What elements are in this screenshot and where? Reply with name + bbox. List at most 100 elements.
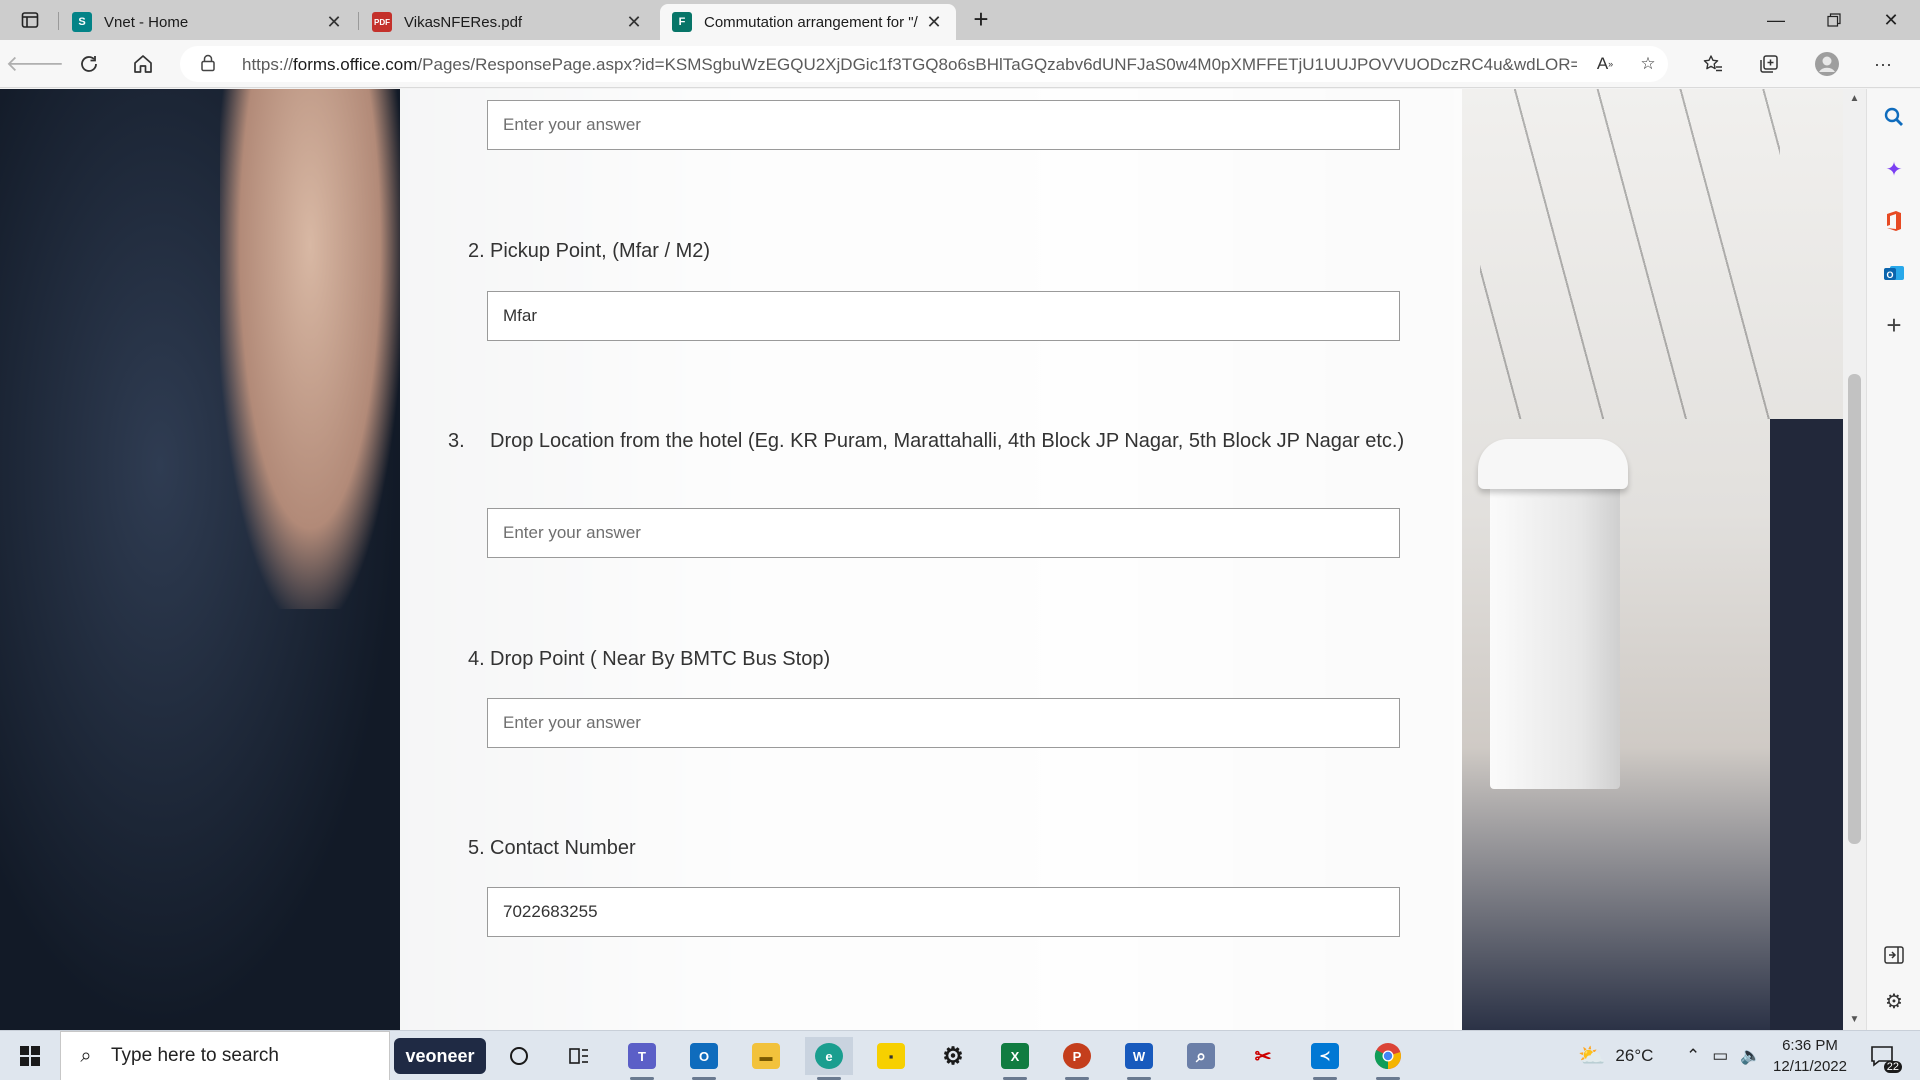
gear-icon: ⚙ [942, 1042, 964, 1070]
magnifier-icon: ⌕ [1187, 1043, 1215, 1069]
outlook-icon[interactable]: O [1880, 259, 1908, 287]
question-text: Pickup Point, (Mfar / M2) [490, 240, 711, 262]
favorites-icon [1703, 55, 1722, 72]
partly-cloudy-icon: ⛅ [1578, 1043, 1606, 1068]
scroll-thumb[interactable] [1848, 374, 1861, 844]
sticky-notes-icon: ▪ [877, 1043, 905, 1069]
add-favorite-icon[interactable]: ☆ [1635, 52, 1661, 76]
office-icon[interactable] [1880, 207, 1908, 235]
veoneer-app-button[interactable]: veoneer [394, 1038, 486, 1074]
outlook-app[interactable]: O [680, 1037, 728, 1080]
snipping-tool-app[interactable]: ✂ [1239, 1037, 1287, 1075]
excel-app[interactable]: X [991, 1037, 1039, 1080]
answer-input-q1[interactable] [487, 100, 1400, 150]
close-window-button[interactable]: ✕ [1862, 0, 1920, 40]
read-aloud-icon[interactable]: A» [1592, 52, 1618, 76]
refresh-button[interactable] [72, 48, 106, 80]
file-explorer-app[interactable]: ▬ [742, 1037, 790, 1075]
answer-input-q4[interactable] [487, 698, 1400, 748]
question-number: 2. [468, 240, 485, 262]
question-3: 3. Drop Location from the hotel (Eg. KR P… [448, 427, 1448, 455]
address-bar[interactable]: https://forms.office.com/Pages/ResponseP… [180, 46, 1668, 82]
word-app[interactable]: W [1115, 1037, 1163, 1080]
battery-icon[interactable]: ▭ [1712, 1046, 1728, 1066]
vscode-app[interactable]: ≺ [1301, 1037, 1349, 1080]
volume-icon[interactable]: 🔈 [1740, 1046, 1761, 1066]
home-icon [134, 55, 152, 73]
search-tool-app[interactable]: ⌕ [1177, 1037, 1225, 1075]
teams-app[interactable]: T [618, 1037, 666, 1080]
answer-input-q5[interactable] [487, 887, 1400, 937]
background-photo-hand [220, 89, 400, 609]
answer-input-q2[interactable] [487, 291, 1400, 341]
sticky-notes-app[interactable]: ▪ [867, 1037, 915, 1075]
background-photo-cup [1490, 449, 1620, 789]
vscode-icon: ≺ [1311, 1043, 1339, 1069]
tab-title: Commutation arrangement for "/ [704, 13, 918, 31]
powerpoint-app[interactable]: P [1053, 1037, 1101, 1080]
browser-toolbar: 🡐 https://forms.office.com/Pages/Respons… [0, 40, 1920, 88]
close-tab-icon[interactable]: ✕ [324, 12, 344, 33]
refresh-icon [81, 56, 97, 72]
page-scrollbar[interactable]: ▲ ▼ [1843, 89, 1866, 1030]
add-sidebar-app-icon[interactable]: + [1880, 310, 1908, 340]
chevron-up-icon[interactable]: ⌃ [1686, 1046, 1700, 1066]
scroll-down-arrow-icon[interactable]: ▼ [1843, 1010, 1866, 1030]
web-page: 2.Pickup Point, (Mfar / M2) 3. Drop Locat… [0, 89, 1866, 1030]
settings-more-button[interactable]: ··· [1866, 48, 1900, 80]
restore-icon [1827, 13, 1841, 27]
notification-center-button[interactable]: 22 [1866, 1041, 1902, 1073]
start-button[interactable] [8, 1039, 52, 1073]
close-tab-icon[interactable]: ✕ [624, 12, 644, 33]
settings-app[interactable]: ⚙ [929, 1037, 977, 1075]
scroll-up-arrow-icon[interactable]: ▲ [1843, 89, 1866, 109]
home-button[interactable] [126, 48, 160, 80]
background-photo-stripes [1480, 89, 1780, 419]
word-icon: W [1125, 1043, 1153, 1069]
tab-commutation-form[interactable]: F Commutation arrangement for "/ ✕ [660, 4, 956, 40]
cortana-circle-icon [510, 1047, 528, 1065]
favorites-button[interactable] [1696, 48, 1730, 80]
answer-input-q3[interactable] [487, 508, 1400, 558]
minimize-button[interactable]: — [1747, 0, 1805, 40]
search-icon: ⌕ [80, 1044, 92, 1067]
collections-button[interactable] [1752, 48, 1786, 80]
weather-temp: 26°C [1615, 1046, 1654, 1065]
close-tab-icon[interactable]: ✕ [924, 12, 944, 33]
discover-sparkle-icon[interactable]: ✦ [1880, 155, 1908, 183]
sidebar-settings-icon[interactable]: ⚙ [1880, 987, 1908, 1015]
question-number: 5. [468, 837, 485, 859]
question-number: 3. [448, 430, 465, 452]
snip-icon: ✂ [1254, 1045, 1272, 1068]
background-photo-cup-lid [1478, 439, 1628, 489]
notification-count: 22 [1883, 1061, 1902, 1073]
widgets-button[interactable] [555, 1037, 603, 1075]
task-view-button[interactable] [495, 1037, 543, 1075]
tab-actions-button[interactable] [12, 6, 48, 34]
folder-icon: ▬ [752, 1043, 780, 1069]
edge-app[interactable]: e [805, 1037, 853, 1080]
restore-button[interactable] [1805, 0, 1863, 40]
system-tray: ⌃ ▭ 🔈 [1686, 1031, 1761, 1080]
edge-sidebar: ✦ O + ⚙ [1866, 89, 1920, 1030]
url-text[interactable]: https://forms.office.com/Pages/ResponseP… [242, 55, 1577, 75]
collections-icon [1760, 55, 1778, 73]
profile-avatar[interactable] [1810, 48, 1844, 80]
tab-vnet-home[interactable]: S Vnet - Home ✕ [60, 4, 356, 40]
task-view-icon [569, 1048, 588, 1064]
taskbar-clock[interactable]: 6:36 PM 12/11/2022 [1770, 1035, 1850, 1077]
weather-widget[interactable]: ⛅ 26°C [1578, 1031, 1653, 1080]
clock-time: 6:36 PM [1782, 1037, 1838, 1054]
search-sidebar-icon[interactable] [1880, 103, 1908, 131]
question-number: 4. [468, 648, 485, 670]
tab-separator [58, 12, 59, 30]
windows-taskbar: ⌕ Type here to search veoneer T O ▬ e ▪ … [0, 1030, 1920, 1080]
search-placeholder: Type here to search [111, 1045, 279, 1066]
back-button[interactable]: 🡐 [6, 48, 65, 80]
taskbar-search-box[interactable]: ⌕ Type here to search [60, 1031, 390, 1080]
hide-sidebar-icon[interactable] [1880, 941, 1908, 969]
question-5: 5. Contact Number [468, 834, 1448, 862]
tab-pdf[interactable]: PDF VikasNFERes.pdf ✕ [360, 4, 656, 40]
chrome-app[interactable] [1364, 1037, 1412, 1080]
new-tab-button[interactable]: + [966, 6, 996, 34]
